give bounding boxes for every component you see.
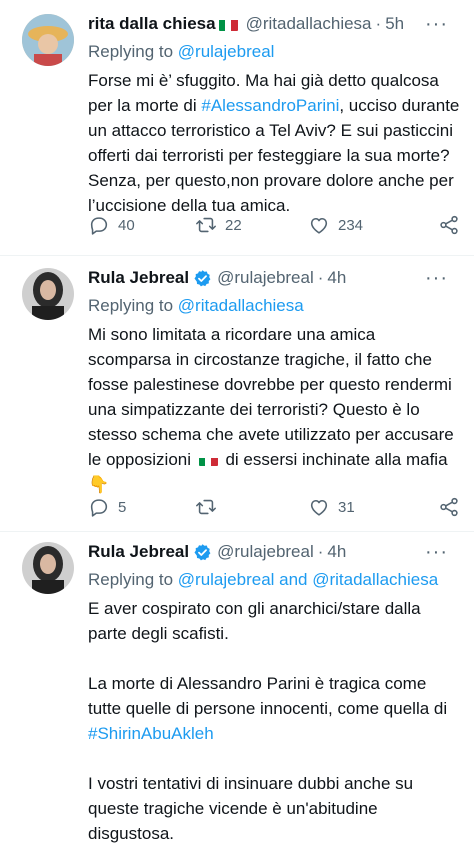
retweet-button[interactable]: [195, 496, 308, 518]
display-name[interactable]: rita dalla chiesa: [88, 14, 216, 34]
hashtag-link[interactable]: #AlessandroParini: [201, 96, 339, 115]
replying-label: Replying to: [88, 42, 178, 61]
separator-dot: ·: [317, 542, 324, 561]
replying-to: Replying to @rulajebreal and @ritadallac…: [88, 568, 460, 592]
share-button[interactable]: [438, 496, 460, 518]
tweet[interactable]: rita dalla chiesa @ritadallachiesa · 5h …: [0, 0, 474, 256]
tweet-text: Forse mi è’ sfuggito. Ma hai già detto q…: [88, 68, 460, 218]
hashtag-link[interactable]: #ShirinAbuAkleh: [88, 724, 214, 743]
reply-icon: [90, 217, 108, 235]
like-icon: [310, 499, 328, 516]
reply-button[interactable]: 5: [88, 496, 195, 518]
display-name[interactable]: Rula Jebreal: [88, 542, 189, 562]
avatar[interactable]: [22, 14, 74, 66]
like-button[interactable]: 234: [308, 214, 433, 236]
user-handle[interactable]: @ritadallachiesa: [246, 14, 372, 34]
user-handle[interactable]: @rulajebreal: [217, 268, 314, 288]
tweet-text-part: di essersi inchinate alla mafia: [220, 450, 448, 469]
tweet-text-part: Mi sono limitata a ricordare una amica s…: [88, 325, 459, 469]
retweet-icon: [196, 499, 216, 515]
display-name[interactable]: Rula Jebreal: [88, 268, 189, 288]
share-icon: [440, 215, 458, 235]
more-icon[interactable]: ···: [425, 541, 448, 564]
reply-button[interactable]: 40: [88, 214, 195, 236]
pointing-down-emoji: 👇: [88, 475, 110, 494]
timestamp[interactable]: 4h: [327, 268, 346, 288]
mention-link[interactable]: @rulajebreal and @ritadallachiesa: [178, 570, 438, 589]
more-icon[interactable]: ···: [425, 267, 448, 290]
avatar[interactable]: [22, 268, 74, 320]
mention-link[interactable]: @rulajebreal: [178, 42, 275, 61]
italy-flag-icon: [198, 453, 218, 466]
replying-to: Replying to @rulajebreal: [88, 40, 460, 64]
separator-dot: ·: [375, 14, 382, 33]
like-icon: [310, 217, 328, 234]
like-button[interactable]: 31: [308, 496, 433, 518]
like-count: 234: [338, 216, 364, 234]
tweet-text: Mi sono limitata a ricordare una amica s…: [88, 322, 460, 497]
tweet[interactable]: Rula Jebreal @rulajebreal · 4h ··· Reply…: [0, 532, 474, 849]
reply-count: 5: [118, 498, 127, 516]
share-icon: [440, 497, 458, 517]
tweet-text-part: E aver cospirato con gli anarchici/stare…: [88, 599, 448, 718]
replying-label: Replying to: [88, 296, 178, 315]
replying-to: Replying to @ritadallachiesa: [88, 294, 460, 318]
user-handle[interactable]: @rulajebreal: [217, 542, 314, 562]
timestamp[interactable]: 5h: [385, 14, 404, 34]
avatar[interactable]: [22, 542, 74, 594]
share-button[interactable]: [438, 214, 460, 236]
retweet-icon: [196, 217, 216, 233]
italy-flag-icon: [218, 18, 238, 31]
replying-label: Replying to: [88, 570, 178, 589]
tweet-text: E aver cospirato con gli anarchici/stare…: [88, 596, 460, 846]
tweet[interactable]: Rula Jebreal @rulajebreal · 4h ··· Reply…: [0, 256, 474, 532]
reply-count: 40: [118, 216, 135, 234]
verified-icon: [194, 543, 211, 560]
tweet-text-part: I vostri tentativi di insinuare dubbi an…: [88, 774, 414, 843]
retweet-count: 22: [225, 216, 242, 234]
mention-link[interactable]: @ritadallachiesa: [178, 296, 304, 315]
timestamp[interactable]: 4h: [327, 542, 346, 562]
like-count: 31: [338, 498, 355, 516]
reply-icon: [90, 499, 108, 517]
retweet-button[interactable]: 22: [195, 214, 308, 236]
verified-icon: [194, 269, 211, 286]
more-icon[interactable]: ···: [425, 13, 448, 36]
separator-dot: ·: [317, 268, 324, 287]
